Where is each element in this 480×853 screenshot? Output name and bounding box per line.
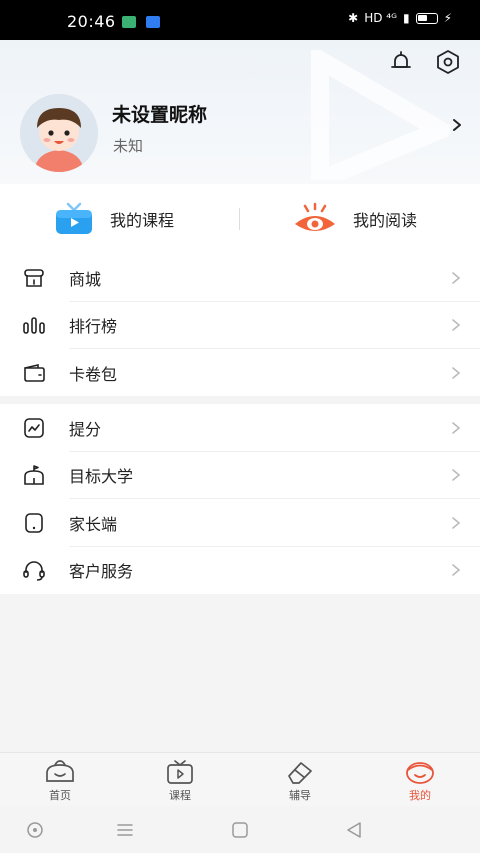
me-icon (406, 762, 434, 784)
tab-label: 首页 (49, 789, 71, 802)
menu-item-label: 目标大学 (69, 467, 134, 487)
system-nav-bar (0, 806, 480, 853)
chevron-right-icon (452, 366, 461, 379)
chevron-right-icon (452, 421, 461, 434)
network-indicator: HD ⁴ᴳ (364, 11, 397, 25)
menu-item-customer-service[interactable]: 客户服务 (0, 547, 480, 595)
chevron-right-icon (452, 469, 461, 482)
background-decoration (311, 50, 450, 180)
menu-item-label: 提分 (69, 419, 102, 439)
menu-icon[interactable] (115, 820, 135, 840)
menu-item-label: 客户服务 (69, 562, 134, 582)
home-icon (46, 760, 74, 782)
eye-book-icon (295, 202, 335, 231)
menu-item-label: 卡卷包 (69, 364, 118, 384)
quick-links: 我的课程 我的阅读 (0, 184, 480, 254)
course-icon (167, 760, 193, 784)
parent-icon (25, 512, 43, 533)
settings-icon[interactable] (434, 48, 462, 76)
chevron-right-icon (452, 564, 461, 577)
shop-icon (24, 268, 44, 287)
chevron-right-icon (452, 516, 461, 529)
status-indicators: ✱ HD ⁴ᴳ ▮ ⚡ (348, 11, 452, 25)
my-courses-label: 我的课程 (110, 211, 175, 230)
ranking-icon (23, 317, 45, 335)
menu-item-parent[interactable]: 家长端 (0, 499, 480, 547)
menu-item-improve-score[interactable]: 提分 (0, 404, 480, 452)
menu-item-label: 商城 (69, 269, 102, 289)
eraser-icon (288, 762, 312, 784)
tab-tutoring[interactable]: 辅导 (260, 759, 340, 803)
tab-label: 辅导 (289, 789, 311, 802)
back-icon[interactable] (344, 820, 364, 840)
tab-course[interactable]: 课程 (140, 759, 220, 803)
tab-me[interactable]: 我的 (380, 759, 460, 803)
nickname[interactable]: 未设置昵称 (112, 100, 207, 127)
menu-item-ranking[interactable]: 排行榜 (0, 302, 480, 349)
chart-icon (24, 417, 44, 438)
home-square-icon[interactable] (230, 820, 250, 840)
bell-icon[interactable] (387, 48, 415, 76)
wallet-icon (24, 363, 45, 382)
avatar[interactable] (20, 94, 98, 172)
battery-icon (415, 12, 438, 24)
my-reading-link[interactable]: 我的阅读 (293, 202, 417, 236)
tab-label: 课程 (169, 789, 191, 802)
status-bar: 20:46 ✱ HD ⁴ᴳ ▮ ⚡ (0, 0, 480, 40)
chevron-right-icon[interactable] (450, 118, 464, 132)
menu-group-2: 提分 目标大学 家长端 客户服务 (0, 404, 480, 594)
tab-home[interactable]: 首页 (20, 759, 100, 803)
my-courses-link[interactable]: 我的课程 (54, 202, 174, 236)
profile-header[interactable]: 未设置昵称 未知 (0, 40, 480, 184)
status-time: 20:46 (67, 12, 116, 31)
message-app-icon (122, 16, 136, 28)
avatar-illustration (20, 94, 98, 172)
headset-icon (23, 561, 45, 582)
menu-item-label: 排行榜 (69, 317, 118, 337)
gender-label: 未知 (113, 137, 144, 155)
menu-group-1: 商城 排行榜 卡卷包 (0, 254, 480, 396)
menu-item-shop[interactable]: 商城 (0, 254, 480, 302)
chevron-right-icon (452, 271, 461, 284)
signal-icon: ▮ (402, 11, 410, 25)
app-notification-icon (146, 16, 160, 28)
chevron-right-icon (452, 319, 461, 332)
quick-divider (239, 208, 240, 230)
menu-item-target-university[interactable]: 目标大学 (0, 452, 480, 499)
tab-label: 我的 (409, 789, 431, 802)
my-reading-label: 我的阅读 (353, 211, 418, 230)
charging-icon: ⚡ (443, 11, 452, 25)
tv-icon (56, 202, 92, 234)
bottom-tab-bar: 首页 课程 辅导 我的 (0, 752, 480, 806)
university-icon (24, 465, 44, 486)
menu-item-label: 家长端 (69, 514, 118, 534)
menu-item-wallet[interactable]: 卡卷包 (0, 349, 480, 397)
assistant-icon[interactable] (25, 820, 45, 840)
bluetooth-icon: ✱ (348, 11, 359, 25)
